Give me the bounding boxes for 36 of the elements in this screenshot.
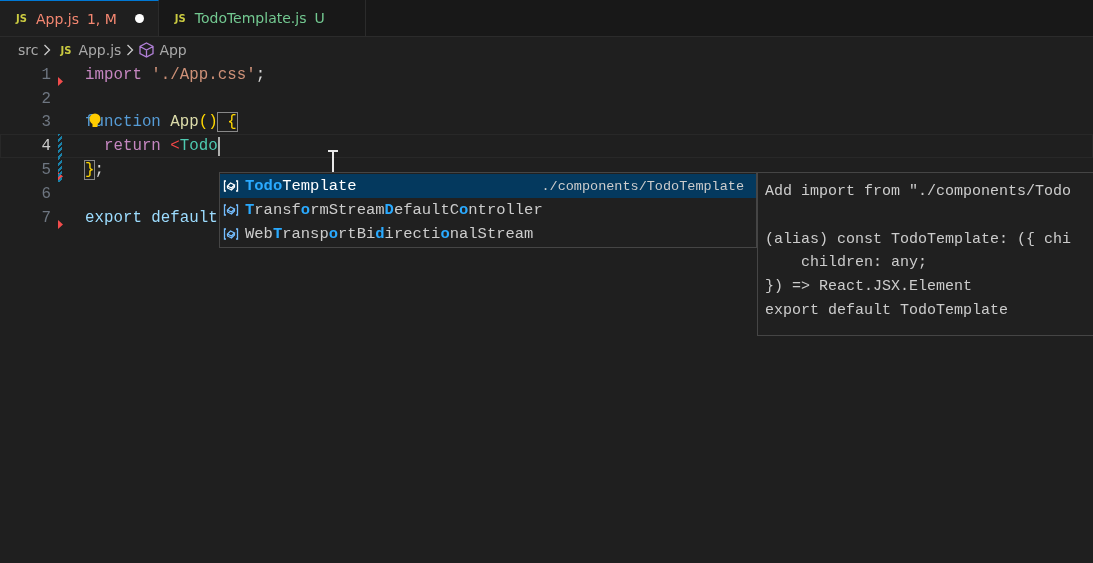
line-number: 2 bbox=[40, 89, 51, 108]
breadcrumb-folder[interactable]: src bbox=[18, 42, 39, 58]
js-file-icon: JS bbox=[174, 12, 186, 24]
editor-tab[interactable]: JS TodoTemplate.js U bbox=[158, 0, 366, 36]
code-line: return <Todo bbox=[102, 137, 218, 156]
signature-line: (alias) const TodoTemplate: ({ chi bbox=[765, 229, 1073, 250]
suggestion-item[interactable]: WebTransportBidirectionalStream bbox=[220, 222, 756, 246]
signature-line: children: any; bbox=[800, 253, 929, 274]
line-number: 4 bbox=[40, 137, 51, 156]
breadcrumb-symbol[interactable]: App bbox=[159, 42, 187, 58]
signature-line: export default TodoTemplate bbox=[765, 301, 1010, 321]
variable-icon bbox=[223, 203, 239, 217]
line-number: 1 bbox=[40, 65, 51, 84]
breadcrumb-file[interactable]: App.js bbox=[78, 42, 122, 58]
line-number: 3 bbox=[40, 113, 51, 132]
js-file-icon: JS bbox=[16, 13, 27, 24]
line-number: 7 bbox=[40, 208, 51, 227]
signature-line: }) => React.JSX.Element bbox=[765, 277, 974, 298]
variable-icon bbox=[223, 227, 239, 241]
text-cursor-icon bbox=[327, 150, 339, 174]
text-caret bbox=[217, 136, 220, 156]
import-hint: Add import from "./components/Todo bbox=[765, 182, 1073, 202]
code-line: }; bbox=[85, 161, 104, 180]
unsaved-dot-icon[interactable] bbox=[134, 14, 144, 23]
code-line: export default bbox=[85, 208, 218, 227]
chevron-right-icon bbox=[43, 44, 52, 56]
line-number: 5 bbox=[40, 161, 51, 180]
variable-icon bbox=[223, 179, 239, 193]
editor-tab[interactable]: JS App.js 1, M bbox=[0, 0, 159, 36]
line-number: 6 bbox=[40, 184, 51, 203]
chevron-right-icon bbox=[126, 44, 135, 56]
cube-icon bbox=[139, 42, 155, 58]
suggestion-item[interactable]: TransformStreamDefaultController bbox=[220, 198, 756, 222]
suggestion-item[interactable]: TodoTemplate ./components/TodoTemplate bbox=[220, 174, 756, 198]
js-file-icon: JS bbox=[60, 44, 72, 56]
code-line: import './App.css'; bbox=[85, 65, 266, 84]
